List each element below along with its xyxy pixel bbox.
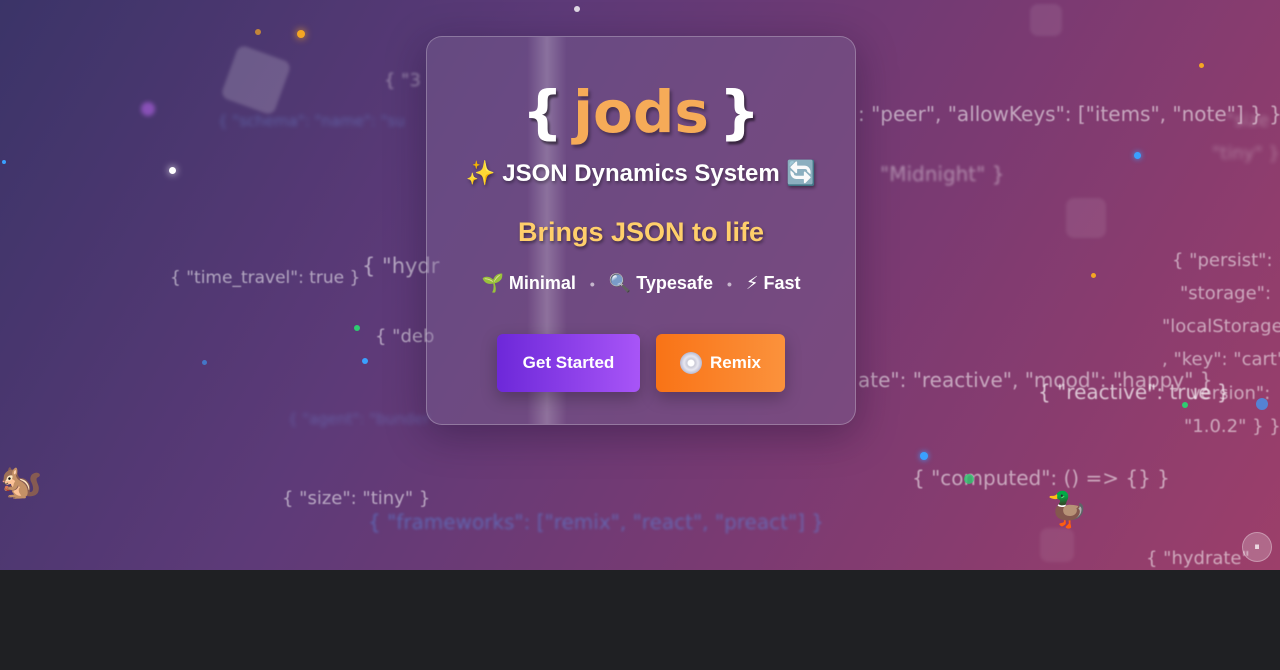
sparkle-dot (255, 29, 261, 35)
sparkle-dot (964, 474, 974, 484)
sparkles-icon: ✨ (465, 160, 496, 187)
sparkle-dot (1182, 402, 1188, 408)
tagline: Brings JSON to life (517, 217, 765, 247)
footer-area (0, 570, 1280, 670)
bg-json-text: { "size": "tiny" } (282, 488, 431, 509)
bg-json-text: , "key": "cart" (1162, 349, 1280, 370)
separator: • (589, 275, 595, 292)
bg-json-text: "localStorage (1162, 316, 1280, 337)
feature-list: 🌱 Minimal • 🔍 Typesafe • ⚡ Fast (427, 273, 855, 294)
sparkle-dot (202, 360, 207, 365)
logo-word: jods (573, 78, 709, 146)
get-started-label: Get Started (522, 353, 615, 372)
bg-json-text: : "peer", "allowKeys": ["items", "note"]… (858, 102, 1280, 126)
bg-json-text: "1.0.2" } } (1184, 416, 1280, 437)
bg-json-text: "size (1226, 110, 1270, 131)
sparkle-dot (1256, 398, 1268, 410)
separator: • (726, 275, 732, 292)
page-subtitle: ✨ JSON Dynamics System 🔄 (427, 159, 855, 188)
remix-label: Remix (709, 353, 762, 372)
bg-json-text: { "time_travel": true } (170, 268, 361, 288)
squirrel-icon: 🐿️ (0, 463, 43, 501)
bg-json-text: { "3 (384, 70, 421, 91)
subtitle-text: JSON Dynamics System (502, 160, 780, 187)
logo-open-brace: { (521, 78, 564, 146)
remix-button[interactable]: Remix (656, 334, 785, 392)
bg-json-text: { "frameworks": ["remix", "react", "prea… (368, 510, 825, 534)
bg-json-text: "storage": (1180, 283, 1272, 304)
gear-icon (1030, 4, 1062, 36)
puzzle-icon (1040, 528, 1074, 562)
lightning-icon: ⚡ (745, 273, 759, 293)
sparkle-dot (362, 358, 368, 364)
feature-item: 🌱 Minimal (481, 273, 576, 293)
feature-item: 🔍 Typesafe (608, 273, 713, 293)
sparkle-dot (297, 30, 305, 38)
duck-icon: 🦆 (1046, 491, 1089, 529)
hero-card: {jods} ✨ JSON Dynamics System 🔄 Brings J… (426, 36, 856, 425)
seedling-icon: 🌱 (481, 273, 504, 293)
bg-json-text: { "schema": "name": "su (218, 112, 405, 130)
disc-icon (679, 352, 702, 374)
puzzle-icon (1066, 198, 1106, 238)
sparkle-dot (1199, 63, 1204, 68)
sparkle-dot (920, 452, 928, 460)
sparkle-dot (1091, 273, 1096, 278)
bg-json-text: { "hydrate" (1146, 548, 1250, 569)
sparkle-dot (354, 325, 360, 331)
magnifier-icon: 🔍 (608, 273, 632, 293)
sparkle-dot (2, 160, 6, 164)
sparkle-dot (169, 167, 176, 174)
sparkle-dot (574, 6, 580, 12)
bg-json-text: "tiny" } (1212, 143, 1280, 164)
logo: {jods} (427, 79, 855, 145)
get-started-button[interactable]: Get Started (497, 334, 640, 392)
puzzle-icon (220, 44, 292, 116)
bg-json-text: { "persist": { (1172, 250, 1280, 271)
refresh-icon: 🔄 (786, 160, 817, 187)
sparkle-dot (1134, 152, 1141, 159)
logo-close-brace: } (718, 78, 761, 146)
bg-json-text: { "computed": () => {} } (912, 466, 1170, 490)
pause-animation-button[interactable]: ⏸ (1242, 532, 1272, 562)
hero-section: { "schema": "name": "su { "3 : "peer", "… (0, 0, 1280, 570)
bg-json-text: { "agent": "bunder (288, 410, 430, 428)
feature-item: ⚡ Fast (745, 273, 801, 293)
bg-json-text: "Midnight" } (880, 162, 1005, 186)
sparkle-dot (141, 102, 155, 116)
